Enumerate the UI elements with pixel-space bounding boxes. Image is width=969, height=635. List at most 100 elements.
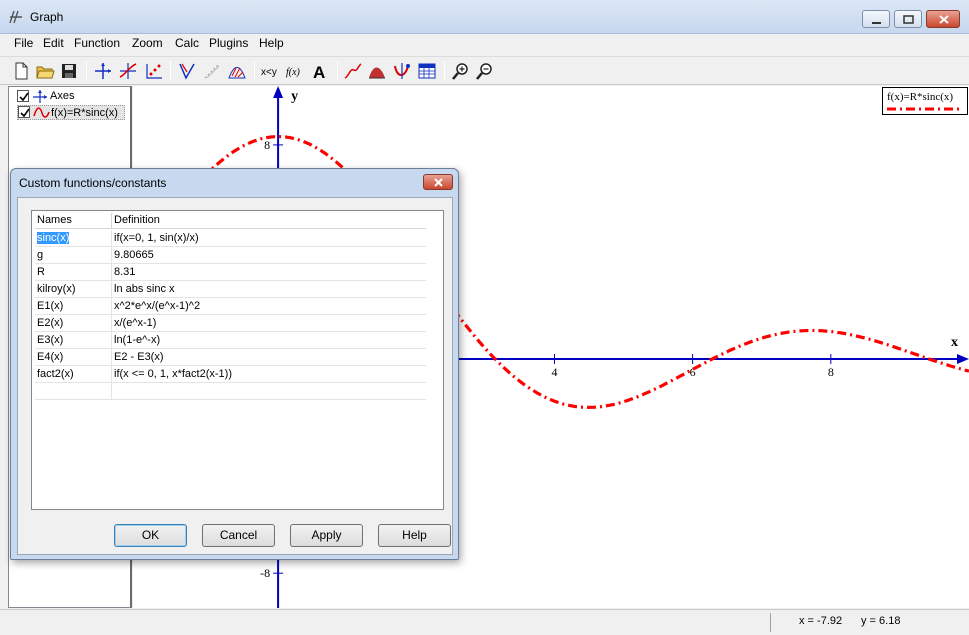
- table-row[interactable]: g 9.80665: [35, 247, 426, 264]
- table-row[interactable]: E2(x) x/(e^x-1): [35, 315, 426, 332]
- toolbar-separator: [444, 61, 445, 81]
- minimize-button[interactable]: [862, 10, 890, 28]
- menu-calc[interactable]: Calc: [175, 36, 199, 50]
- tree-label-function: f(x)=R*sinc(x): [51, 107, 118, 119]
- save-disk-icon[interactable]: [58, 60, 80, 82]
- grid-cell-name[interactable]: E2(x): [35, 315, 112, 332]
- grid-cell-name[interactable]: E1(x): [35, 298, 112, 315]
- grid-cell-name[interactable]: R: [35, 264, 112, 281]
- new-file-icon[interactable]: [10, 60, 32, 82]
- menu-file[interactable]: File: [14, 36, 33, 50]
- maximize-icon: [903, 15, 914, 24]
- grid-cell-name-text: E1(x): [37, 300, 64, 312]
- grid-cell-definition-text: if(x=0, 1, sin(x)/x): [114, 232, 199, 244]
- grid-cell-name[interactable]: E4(x): [35, 349, 112, 366]
- toolbar: x<y f(x) A: [0, 56, 969, 85]
- status-bar: x = -7.92 y = 6.18: [0, 609, 969, 635]
- legend[interactable]: f(x)=R*sinc(x): [882, 87, 968, 115]
- grid-cell-definition-text: ln abs sinc x: [114, 283, 175, 295]
- menu-help[interactable]: Help: [259, 36, 284, 50]
- zoom-in-icon[interactable]: [450, 60, 472, 82]
- insert-trendline-icon[interactable]: [201, 60, 223, 82]
- window-title: Graph: [30, 10, 64, 24]
- tree-item-axes[interactable]: Axes: [17, 89, 127, 104]
- axes-visible-checkbox[interactable]: [17, 90, 29, 102]
- grid-cell-name[interactable]: g: [35, 247, 112, 264]
- grid-cell-definition-text: E2 - E3(x): [114, 351, 164, 363]
- grid-cell-definition[interactable]: if(x=0, 1, sin(x)/x): [112, 230, 426, 247]
- grid-cell-name[interactable]: sinc(x): [35, 230, 112, 247]
- grid-cell-definition[interactable]: [112, 383, 426, 400]
- animate-icon[interactable]: [391, 60, 413, 82]
- grid-cell-name[interactable]: [35, 383, 112, 400]
- insert-shading-icon[interactable]: [226, 60, 248, 82]
- help-button[interactable]: Help: [378, 524, 451, 547]
- dialog-close-button[interactable]: [423, 174, 453, 190]
- insert-function-icon[interactable]: [117, 60, 139, 82]
- ok-button[interactable]: OK: [114, 524, 187, 547]
- insert-label-icon[interactable]: A: [309, 60, 331, 82]
- table-row[interactable]: sinc(x) if(x=0, 1, sin(x)/x): [35, 230, 426, 247]
- table-row[interactable]: fact2(x) if(x <= 0, 1, x*fact2(x-1)): [35, 366, 426, 383]
- title-bar: Graph: [0, 0, 969, 34]
- grid-cell-definition[interactable]: E2 - E3(x): [112, 349, 426, 366]
- menu-function[interactable]: Function: [74, 36, 120, 50]
- functions-grid: Names Definition sinc(x) if(x=0, 1, sin(x…: [31, 210, 444, 510]
- dialog-title: Custom functions/constants: [19, 176, 167, 190]
- y-tick-label: -8: [260, 566, 270, 580]
- table-icon[interactable]: [416, 60, 438, 82]
- open-folder-icon[interactable]: [34, 60, 56, 82]
- grid-cell-name[interactable]: fact2(x): [35, 366, 112, 383]
- menu-edit[interactable]: Edit: [43, 36, 64, 50]
- toolbar-separator: [337, 61, 338, 81]
- functions-grid-inner: Names Definition sinc(x) if(x=0, 1, sin(x…: [35, 213, 426, 400]
- grid-cell-definition[interactable]: ln(1-e^-x): [112, 332, 426, 349]
- table-row[interactable]: E4(x) E2 - E3(x): [35, 349, 426, 366]
- table-row[interactable]: R 8.31: [35, 264, 426, 281]
- toolbar-separator: [254, 61, 255, 81]
- grid-cell-definition[interactable]: 9.80665: [112, 247, 426, 264]
- table-row[interactable]: E3(x) ln(1-e^-x): [35, 332, 426, 349]
- grid-cell-name[interactable]: E3(x): [35, 332, 112, 349]
- menu-zoom[interactable]: Zoom: [132, 36, 163, 50]
- grid-cell-definition[interactable]: x^2*e^x/(e^x-1)^2: [112, 298, 426, 315]
- menu-plugins[interactable]: Plugins: [209, 36, 248, 50]
- y-axis-arrow: [273, 86, 284, 98]
- insert-point-series-icon[interactable]: [143, 60, 165, 82]
- axes-settings-icon[interactable]: [92, 60, 114, 82]
- grid-cell-name-text: fact2(x): [37, 368, 74, 380]
- cancel-button[interactable]: Cancel: [202, 524, 275, 547]
- grid-cell-definition[interactable]: 8.31: [112, 264, 426, 281]
- toolbar-separator: [86, 61, 87, 81]
- table-row[interactable]: E1(x) x^2*e^x/(e^x-1)^2: [35, 298, 426, 315]
- column-header-definition[interactable]: Definition: [112, 213, 426, 229]
- function-visible-checkbox[interactable]: [18, 106, 30, 118]
- grid-cell-definition[interactable]: x/(e^x-1): [112, 315, 426, 332]
- custom-functions-icon[interactable]: f(x): [284, 60, 306, 82]
- evaluate-icon[interactable]: [342, 60, 364, 82]
- zoom-out-icon[interactable]: [474, 60, 496, 82]
- grid-cell-definition[interactable]: ln abs sinc x: [112, 281, 426, 298]
- apply-button[interactable]: Apply: [290, 524, 363, 547]
- insert-tangent-icon[interactable]: [176, 60, 198, 82]
- legend-line-sample: [887, 107, 963, 111]
- text-button-text: A: [313, 63, 325, 82]
- cursor-x-readout: x = -7.92: [799, 615, 843, 627]
- column-header-names[interactable]: Names: [35, 213, 112, 229]
- grid-cell-definition-text: if(x <= 0, 1, x*fact2(x-1)): [114, 368, 232, 380]
- grid-cell-name-text: g: [37, 249, 44, 261]
- table-row[interactable]: kilroy(x) ln abs sinc x: [35, 281, 426, 298]
- menu-bar: File Edit Function Zoom Calc Plugins Hel…: [0, 34, 969, 54]
- close-button[interactable]: [926, 10, 960, 28]
- tree-item-function[interactable]: f(x)=R*sinc(x): [17, 105, 125, 120]
- custom-functions-dialog: Custom functions/constants Names Definit…: [10, 168, 459, 560]
- insert-relation-icon[interactable]: x<y: [259, 60, 281, 82]
- minimize-icon: [872, 22, 881, 24]
- area-icon[interactable]: [366, 60, 388, 82]
- grid-cell-definition[interactable]: if(x <= 0, 1, x*fact2(x-1)): [112, 366, 426, 383]
- table-row[interactable]: [35, 383, 426, 400]
- maximize-button[interactable]: [894, 10, 922, 28]
- checkmark-icon: [20, 108, 30, 118]
- grid-cell-name[interactable]: kilroy(x): [35, 281, 112, 298]
- y-tick-label: 8: [264, 138, 270, 152]
